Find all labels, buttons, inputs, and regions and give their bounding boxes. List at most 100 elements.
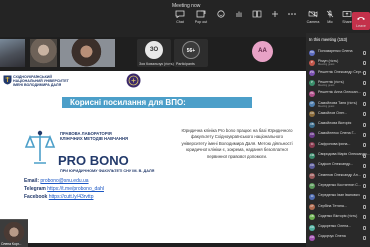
- participant-role: Meeting guest: [318, 63, 335, 67]
- chat-icon: [175, 10, 185, 18]
- mic-muted-icon: [363, 60, 366, 65]
- scales-of-justice-icon: [24, 130, 56, 164]
- slide-title: Корисні посилання для ВПО:: [70, 98, 186, 107]
- participant-video-3[interactable]: [60, 39, 115, 67]
- participants-heading[interactable]: In this meeting (153): [306, 33, 370, 47]
- participant-row[interactable]: СТ Самойлова Таня (гість) Meeting guest: [306, 100, 370, 109]
- avatar: СІ: [309, 193, 315, 200]
- mic-muted-icon: [363, 174, 366, 179]
- participant-name: Решетнік Олександр Серг...: [318, 69, 364, 74]
- avatar: СМ: [309, 152, 315, 159]
- participant-tile-zo[interactable]: ЗО Зоя Ковальчук (гість): [137, 39, 174, 67]
- overflow-count: 56+: [182, 41, 200, 59]
- mic-muted-icon: [363, 112, 366, 117]
- avatar: СО: [309, 111, 315, 118]
- presenter-video[interactable]: Олена Kopr...: [0, 219, 28, 247]
- participant-row[interactable]: СТ Сербіна Тетяна...: [306, 203, 370, 212]
- mic-muted-icon: [363, 153, 366, 158]
- participant-role: Meeting guest: [318, 83, 335, 87]
- rooms-icon: [252, 10, 262, 18]
- reactions-icon: [217, 10, 225, 18]
- avatar: СО: [309, 131, 315, 138]
- chat-button[interactable]: Chat: [170, 10, 190, 32]
- participant-role: Meeting guest: [318, 104, 335, 108]
- participant-row[interactable]: Р Рімун (гість) Meeting guest: [306, 58, 370, 67]
- participant-row[interactable]: СО Самойлов Олег...: [306, 110, 370, 119]
- mic-muted-icon: [363, 81, 366, 86]
- pop-out-button[interactable]: Pop out: [191, 10, 211, 32]
- telegram-link[interactable]: https://t.me/probono_dahl: [47, 186, 104, 192]
- popout-icon: [196, 10, 206, 18]
- presenter-name: Олена Kopr...: [1, 242, 22, 246]
- mic-muted-icon: [363, 184, 366, 189]
- participant-name: Сербіна Тетяна...: [318, 203, 347, 208]
- avatar: ПО: [309, 49, 315, 56]
- mic-muted-icon: [363, 225, 366, 230]
- participant-row[interactable]: СО Самойленко Олена Г...: [306, 130, 370, 139]
- mic-muted-icon: [363, 205, 366, 209]
- rooms-button[interactable]: [247, 10, 267, 32]
- shared-screen: СХІДНОУКРАЇНСЬКИЙ НАЦІОНАЛЬНИЙ УНІВЕРСИТ…: [0, 71, 306, 243]
- participant-name: Решетнік Анна Олексан...: [318, 90, 361, 95]
- participant-name: Свиридова Марія Олександр...: [318, 152, 370, 156]
- participant-row[interactable]: СО Сєдікон Олександр...: [306, 161, 370, 170]
- contact-facebook: Facebook https://cutt.ly/43rvttp: [24, 194, 94, 200]
- participant-name: Сидорчук Олена: [318, 234, 346, 239]
- apps-icon: [272, 11, 278, 17]
- participant-row[interactable]: РО Решетнік Олександр Серг...: [306, 69, 370, 78]
- participant-row[interactable]: СІ Середенко Іван Іванович: [306, 192, 370, 201]
- participant-row[interactable]: ПО Пономаренко Олена: [306, 48, 370, 57]
- participant-row[interactable]: СК Середенко Костянтин С...: [306, 182, 370, 191]
- share-icon: [342, 11, 352, 17]
- avatar: СО: [309, 162, 315, 169]
- email-link[interactable]: probono@snu.edu.ua: [40, 178, 88, 184]
- participant-row[interactable]: СІ Сафронова Ірина...: [306, 141, 370, 150]
- participant-row[interactable]: РА Решетнік Анна Олексан...: [306, 89, 370, 98]
- mic-muted-icon: [363, 102, 366, 106]
- mic-muted-icon: [363, 235, 366, 240]
- mic-muted-icon: [363, 132, 366, 137]
- university-name: СХІДНОУКРАЇНСЬКИЙ НАЦІОНАЛЬНИЙ УНІВЕРСИТ…: [13, 75, 69, 88]
- meeting-title: Meeting now: [172, 3, 201, 9]
- contacts-list: Email: probono@snu.edu.ua Telegram https…: [24, 177, 104, 201]
- contact-email: Email: probono@snu.edu.ua: [24, 178, 89, 184]
- participant-name: Сиденко Вікторія (гість): [318, 213, 358, 218]
- participant-name: Семенов Олександр Ан...: [318, 172, 361, 177]
- tile-caption: Зоя Ковальчук (гість): [139, 62, 174, 66]
- facebook-link[interactable]: https://cutt.ly/43rvttp: [49, 194, 94, 200]
- participant-overflow-tile[interactable]: 56+ Participants: [174, 39, 208, 67]
- participants-panel: In this meeting (153) ПО Пономаренко Олен…: [306, 33, 370, 247]
- clinic-subtitle: ПРИ ЮРИДИЧНОМУ ФАКУЛЬТЕТІ СНУ ІМ. В. ДАЛ…: [60, 169, 155, 173]
- participant-row[interactable]: Р Решетнік (гість) Meeting guest: [306, 79, 370, 88]
- participant-row[interactable]: СО Семенов Олександр Ан...: [306, 172, 370, 181]
- avatar: СІ: [309, 142, 315, 149]
- reactions-button[interactable]: [211, 10, 231, 32]
- avatar: Р: [309, 80, 315, 87]
- participant-row[interactable]: СО Сидоренко Олена...: [306, 223, 370, 232]
- clinic-name: PRO BONO: [58, 153, 129, 168]
- participant-row[interactable]: СВ Сиденко Вікторія (гість): [306, 213, 370, 222]
- participant-video-2[interactable]: [30, 39, 57, 67]
- more-icon: [288, 13, 296, 15]
- participant-tile-aa[interactable]: AA: [246, 39, 280, 67]
- raise-hand-button[interactable]: [229, 10, 249, 32]
- participant-row[interactable]: СО Сидорчук Олена: [306, 233, 370, 242]
- mic-muted-icon: [363, 143, 366, 148]
- participant-name: Самойлова Вікторія: [318, 121, 352, 126]
- leave-icon: [357, 17, 365, 20]
- participant-video-1[interactable]: [0, 39, 25, 67]
- leave-button[interactable]: Leave: [352, 12, 370, 30]
- avatar: СТ: [309, 101, 315, 107]
- participant-row[interactable]: СВ Самойлова Вікторія: [306, 120, 370, 129]
- participant-photo: [0, 39, 25, 67]
- avatar: СО: [309, 234, 315, 241]
- mic-muted-icon: [363, 71, 366, 76]
- clinic-description: Юридична клініка Pro bono працює на базі…: [181, 128, 293, 159]
- avatar: СК: [309, 183, 315, 190]
- more-button[interactable]: [282, 10, 302, 32]
- mic-muted-icon: [363, 215, 366, 220]
- avatar: ЗО: [145, 41, 163, 59]
- avatar: РА: [309, 90, 315, 97]
- participant-name: Середенко Іван Іванович: [318, 193, 360, 198]
- participant-row[interactable]: СМ Свиридова Марія Олександр...: [306, 151, 370, 160]
